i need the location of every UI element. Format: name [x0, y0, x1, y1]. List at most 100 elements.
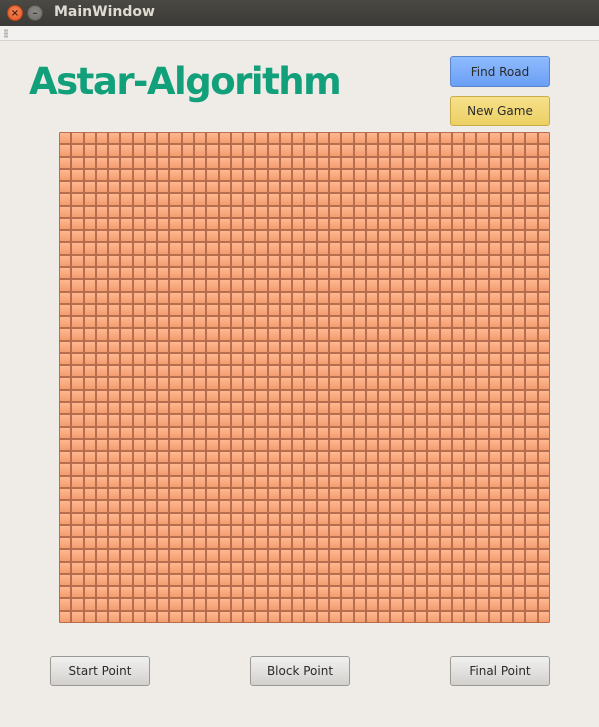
grid-cell[interactable] [120, 328, 133, 341]
grid-cell[interactable] [304, 291, 317, 304]
grid-cell[interactable] [329, 512, 342, 525]
grid-cell[interactable] [144, 303, 158, 317]
grid-cell[interactable] [267, 487, 280, 501]
grid-cell[interactable] [83, 610, 96, 623]
grid-cell[interactable] [218, 487, 231, 501]
grid-cell[interactable] [108, 463, 121, 476]
grid-cell[interactable] [279, 487, 293, 501]
grid-cell[interactable] [464, 438, 477, 452]
grid-cell[interactable] [218, 549, 231, 562]
grid-cell[interactable] [513, 573, 526, 587]
grid-cell[interactable] [59, 610, 72, 623]
grid-cell[interactable] [157, 537, 170, 550]
grid-cell[interactable] [439, 156, 452, 169]
grid-cell[interactable] [255, 352, 268, 366]
grid-cell[interactable] [157, 303, 170, 317]
grid-cell[interactable] [59, 230, 72, 243]
grid-cell[interactable] [157, 426, 170, 439]
grid-cell[interactable] [488, 586, 501, 599]
grid-cell[interactable] [132, 316, 145, 329]
grid-cell[interactable] [83, 451, 96, 464]
grid-cell[interactable] [181, 402, 195, 415]
grid-cell[interactable] [537, 316, 550, 329]
grid-cell[interactable] [218, 328, 231, 341]
grid-cell[interactable] [464, 573, 477, 587]
grid-cell[interactable] [513, 586, 526, 599]
grid-cell[interactable] [194, 181, 207, 194]
grid-cell[interactable] [279, 242, 293, 255]
grid-cell[interactable] [267, 549, 280, 562]
grid-cell[interactable] [206, 463, 219, 476]
grid-cell[interactable] [95, 438, 109, 452]
grid-cell[interactable] [181, 254, 195, 268]
grid-cell[interactable] [83, 487, 96, 501]
grid-cell[interactable] [169, 303, 182, 317]
grid-cell[interactable] [120, 537, 133, 550]
grid-cell[interactable] [243, 168, 256, 182]
grid-cell[interactable] [83, 168, 96, 182]
grid-cell[interactable] [488, 230, 501, 243]
grid-cell[interactable] [304, 340, 317, 353]
grid-cell[interactable] [157, 561, 170, 574]
grid-cell[interactable] [329, 205, 342, 218]
grid-cell[interactable] [476, 205, 489, 218]
grid-cell[interactable] [83, 303, 96, 317]
grid-cell[interactable] [292, 254, 305, 268]
grid-cell[interactable] [157, 242, 170, 255]
grid-cell[interactable] [108, 475, 121, 488]
grid-cell[interactable] [304, 217, 317, 231]
grid-cell[interactable] [427, 426, 440, 439]
grid-cell[interactable] [537, 549, 550, 562]
grid-cell[interactable] [353, 168, 366, 182]
grid-cell[interactable] [194, 426, 207, 439]
grid-cell[interactable] [439, 205, 452, 218]
grid-cell[interactable] [267, 144, 280, 157]
grid-cell[interactable] [218, 156, 231, 169]
grid-cell[interactable] [341, 193, 354, 206]
grid-cell[interactable] [206, 328, 219, 341]
grid-cell[interactable] [95, 549, 109, 562]
grid-cell[interactable] [169, 586, 182, 599]
grid-cell[interactable] [144, 414, 158, 427]
grid-cell[interactable] [218, 414, 231, 427]
grid-cell[interactable] [316, 377, 330, 390]
grid-cell[interactable] [488, 242, 501, 255]
grid-cell[interactable] [181, 193, 195, 206]
grid-cell[interactable] [500, 156, 514, 169]
grid-cell[interactable] [439, 586, 452, 599]
grid-cell[interactable] [365, 254, 379, 268]
grid-cell[interactable] [144, 316, 158, 329]
grid-cell[interactable] [476, 267, 489, 280]
grid-cell[interactable] [120, 402, 133, 415]
grid-cell[interactable] [194, 475, 207, 488]
grid-cell[interactable] [427, 230, 440, 243]
grid-cell[interactable] [132, 340, 145, 353]
grid-cell[interactable] [243, 181, 256, 194]
grid-cell[interactable] [83, 586, 96, 599]
grid-cell[interactable] [157, 193, 170, 206]
grid-cell[interactable] [194, 365, 207, 378]
grid-cell[interactable] [292, 524, 305, 538]
grid-cell[interactable] [230, 426, 244, 439]
grid-cell[interactable] [513, 230, 526, 243]
grid-cell[interactable] [537, 586, 550, 599]
grid-cell[interactable] [267, 205, 280, 218]
grid-cell[interactable] [71, 402, 84, 415]
grid-cell[interactable] [427, 475, 440, 488]
grid-cell[interactable] [464, 598, 477, 611]
grid-cell[interactable] [316, 487, 330, 501]
grid-cell[interactable] [206, 316, 219, 329]
grid-cell[interactable] [316, 316, 330, 329]
grid-cell[interactable] [414, 303, 428, 317]
new-game-button[interactable]: New Game [450, 96, 550, 126]
grid-cell[interactable] [181, 181, 195, 194]
grid-cell[interactable] [194, 242, 207, 255]
grid-cell[interactable] [353, 205, 366, 218]
grid-cell[interactable] [71, 144, 84, 157]
grid-cell[interactable] [427, 610, 440, 623]
grid-cell[interactable] [108, 340, 121, 353]
grid-cell[interactable] [144, 426, 158, 439]
grid-cell[interactable] [243, 328, 256, 341]
grid-cell[interactable] [83, 377, 96, 390]
grid-cell[interactable] [169, 144, 182, 157]
